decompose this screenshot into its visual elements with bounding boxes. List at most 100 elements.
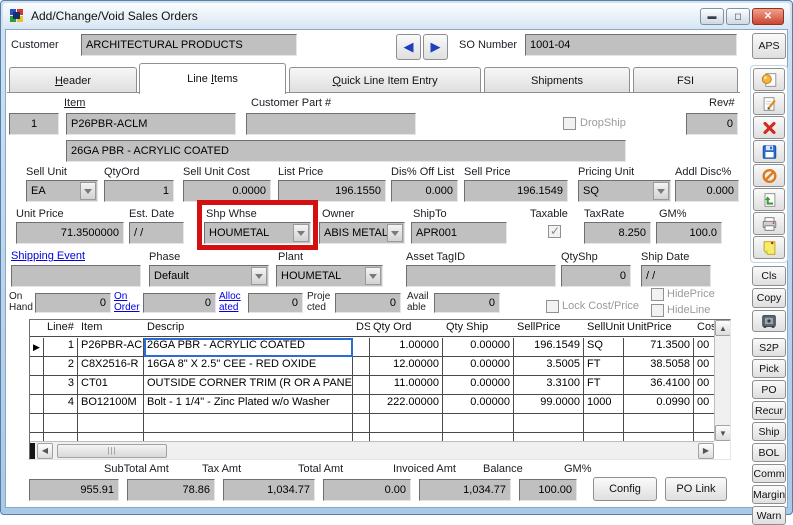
tab-shipments[interactable]: Shipments [484,67,630,93]
table-row[interactable]: 4BO12100MBolt - 1 1/4" - Zinc Plated w/o… [30,395,714,414]
cell-sell_unit[interactable]: 1000 [584,395,624,414]
edit-button[interactable] [753,92,785,115]
cell-unit_price[interactable] [624,433,694,441]
chevron-down-icon[interactable] [251,267,267,285]
column-header-qty_ord[interactable]: Qty Ord [370,320,443,336]
chevron-down-icon[interactable] [293,224,309,242]
cell-cost[interactable]: 00 [694,357,714,376]
cell-qty_ord[interactable] [370,433,443,441]
est-date-field[interactable]: / / [129,222,184,244]
column-header-item[interactable]: Item [78,320,144,336]
cell-line[interactable]: 1 [44,338,78,357]
prev-record-button[interactable]: ◀ [396,34,421,60]
item-field[interactable]: P26PBR-ACLM [66,113,236,135]
column-header-sell_unit[interactable]: SellUnit [584,320,624,336]
po-link-button[interactable]: PO Link [665,477,727,501]
cell-sell_price[interactable]: 3.5005 [514,357,584,376]
shipping-event-link[interactable]: Shipping Event [11,250,85,262]
list-price-field[interactable]: 196.1550 [278,180,386,202]
dropship-checkbox[interactable] [563,117,576,130]
cell-qty_ship[interactable] [443,433,514,441]
tab-quick-line-item-entry[interactable]: Quick Line Item Entry [289,67,481,93]
cell-ds[interactable] [353,433,370,441]
cell-line[interactable]: 3 [44,376,78,395]
lock-cost-price-checkbox[interactable] [546,300,559,313]
next-record-button[interactable]: ▶ [423,34,448,60]
cell-item[interactable]: P26PBR-ACLM [78,338,144,357]
column-header-unit_price[interactable]: UnitPrice [624,320,694,336]
cell-line[interactable]: 2 [44,357,78,376]
cell-unit_price[interactable]: 38.5058 [624,357,694,376]
comm-button[interactable]: Comm [752,464,786,483]
table-row[interactable]: ▶1P26PBR-ACLM26GA PBR - ACRYLIC COATED1.… [30,338,714,357]
sell-unit-select[interactable]: EA [26,180,98,202]
cell-sell_price[interactable] [514,414,584,433]
print-button[interactable] [753,212,785,235]
dis-off-list-field[interactable]: 0.000 [391,180,458,202]
aps-button[interactable]: APS [752,33,786,59]
column-header-line[interactable]: Line# [44,320,78,336]
chevron-down-icon[interactable] [80,182,96,200]
cls-button[interactable]: Cls [752,266,786,286]
tab-line-items[interactable]: Line Items [139,63,286,94]
table-row[interactable]: 3CT01OUTSIDE CORNER TRIM (R OR A PANELS)… [30,376,714,395]
table-row[interactable] [30,414,714,433]
cell-cost[interactable]: 00 [694,395,714,414]
customer-field[interactable]: ARCHITECTURAL PRODUCTS [81,34,297,56]
cell-descrip[interactable]: Bolt - 1 1/4" - Zinc Plated w/o Washer [144,395,353,414]
po-button[interactable]: PO [752,380,786,399]
cell-ds[interactable] [353,357,370,376]
vertical-scrollbar[interactable]: ▲ ▼ [714,320,730,441]
item-description-field[interactable]: 26GA PBR - ACRYLIC COATED [66,140,626,162]
shipping-event-field[interactable] [11,265,141,287]
cell-unit_price[interactable]: 36.4100 [624,376,694,395]
row-marker[interactable] [30,395,44,414]
pick-button[interactable]: Pick [752,359,786,378]
tab-header[interactable]: Header [9,67,137,93]
ship-button[interactable]: Ship [752,422,786,441]
taxable-checkbox[interactable] [548,225,561,238]
close-icon[interactable]: ✕ [752,8,784,25]
save-button[interactable] [753,140,785,163]
column-header-sell_price[interactable]: SellPrice [514,320,584,336]
chevron-down-icon[interactable] [387,224,403,242]
row-marker[interactable] [30,357,44,376]
allocated-link[interactable]: Allocated [219,291,241,313]
recur-button[interactable]: Recur [752,401,786,420]
column-header-cost[interactable]: Cos [694,320,716,336]
asset-tag-field[interactable] [406,265,556,287]
owner-select[interactable]: ABIS METAL S [319,222,405,244]
cell-qty_ship[interactable] [443,414,514,433]
cell-descrip[interactable] [144,414,353,433]
pricing-unit-select[interactable]: SQ [578,180,671,202]
cell-qty_ship[interactable]: 0.00000 [443,338,514,357]
cell-sell_unit[interactable] [584,433,624,441]
scroll-left-icon[interactable]: ◀ [37,443,53,459]
copy-button[interactable]: Copy [752,288,786,308]
column-header-descrip[interactable]: Descrip [144,320,353,336]
cell-ds[interactable] [353,338,370,357]
cell-sell_price[interactable]: 3.3100 [514,376,584,395]
lookup-button[interactable] [753,68,785,91]
ship-date-field[interactable]: / / [641,265,711,287]
row-marker[interactable] [30,414,44,433]
hide-price-checkbox[interactable] [651,288,664,301]
shp-whse-select[interactable]: HOUMETAL [204,222,311,244]
cell-qty_ord[interactable]: 12.00000 [370,357,443,376]
cell-item[interactable]: CT01 [78,376,144,395]
cell-qty_ship[interactable]: 0.00000 [443,395,514,414]
cell-qty_ship[interactable]: 0.00000 [443,376,514,395]
phase-select[interactable]: Default [149,265,269,287]
config-button[interactable]: Config [593,477,657,501]
cell-ds[interactable] [353,414,370,433]
cell-item[interactable]: C8X2516-R [78,357,144,376]
delete-button[interactable] [753,116,785,139]
rev-field[interactable]: 0 [686,113,738,135]
cell-descrip[interactable]: 26GA PBR - ACRYLIC COATED [144,338,353,357]
cell-qty_ord[interactable] [370,414,443,433]
cell-line[interactable] [44,433,78,441]
cell-cost[interactable] [694,433,714,441]
cell-ds[interactable] [353,395,370,414]
tax-rate-field[interactable]: 8.250 [584,222,651,244]
row-marker[interactable] [30,433,44,441]
